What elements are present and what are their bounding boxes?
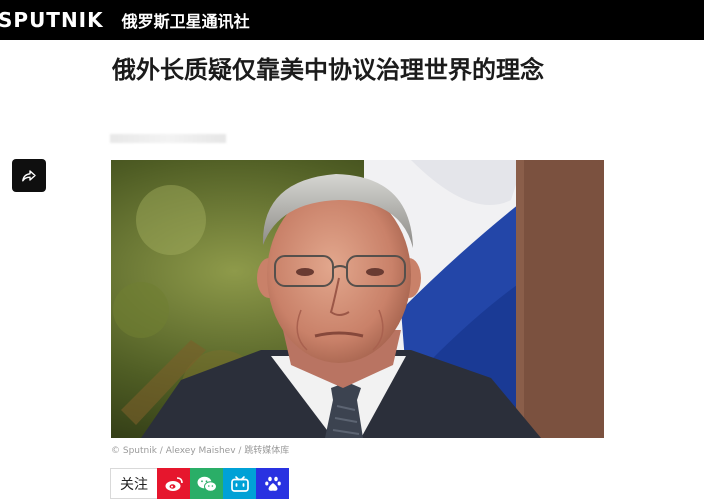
site-header: SPUTNIK 俄罗斯卫星通讯社 [0, 0, 704, 40]
article-photo [111, 160, 604, 438]
share-icon [22, 169, 36, 181]
social-share-bar: 关注 [110, 468, 289, 499]
weibo-icon [165, 476, 183, 491]
weibo-button[interactable] [157, 468, 190, 499]
wechat-button[interactable] [190, 468, 223, 499]
article-title: 俄外长质疑仅靠美中协议治理世界的理念 [112, 56, 544, 84]
site-name[interactable]: 俄罗斯卫星通讯社 [122, 8, 250, 32]
photo-illustration [111, 160, 604, 438]
baidu-button[interactable] [256, 468, 289, 499]
bilibili-icon [230, 475, 249, 492]
follow-label: 关注 [110, 468, 157, 499]
sputnik-logo[interactable]: SPUTNIK [0, 8, 104, 32]
article-meta-blurred [110, 134, 226, 143]
share-button[interactable] [12, 159, 46, 192]
wechat-icon [197, 476, 217, 492]
bilibili-button[interactable] [223, 468, 256, 499]
photo-caption: © Sputnik / Alexey Maishev / 跳转媒体库 [111, 446, 290, 456]
baidu-icon [264, 476, 281, 491]
